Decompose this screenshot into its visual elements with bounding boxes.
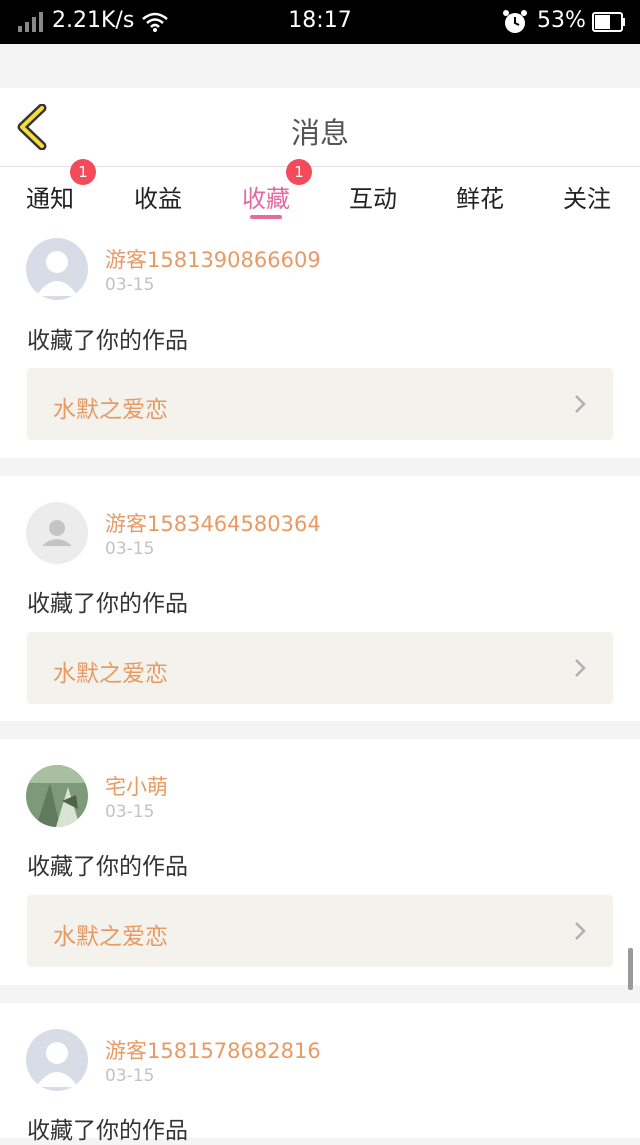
username[interactable]: 游客1583464580364 <box>105 508 321 538</box>
message-card: 游客1581390866609 03-15 收藏了你的作品 水默之爱恋 <box>0 229 640 458</box>
work-link[interactable]: 水默之爱恋 <box>27 895 613 967</box>
username[interactable]: 游客1581390866609 <box>105 244 321 274</box>
message-card: 游客1581578682816 03-15 收藏了你的作品 <box>0 1003 640 1144</box>
default-avatar-icon <box>26 1029 88 1091</box>
default-avatar-icon <box>26 502 88 564</box>
tab-label: 收藏 <box>242 185 290 213</box>
tab-label: 互动 <box>349 185 397 213</box>
message-date: 03-15 <box>105 275 155 295</box>
alarm-icon <box>503 10 527 33</box>
unread-badge: 1 <box>70 159 96 185</box>
avatar[interactable] <box>26 238 88 300</box>
tab-label: 鲜花 <box>456 185 504 213</box>
tab-earnings[interactable]: 收益 <box>134 179 182 214</box>
active-tab-indicator <box>250 215 282 219</box>
work-link[interactable]: 水默之爱恋 <box>27 632 613 704</box>
work-link[interactable]: 水默之爱恋 <box>27 368 613 440</box>
action-text: 收藏了你的作品 <box>27 328 188 354</box>
battery-percent: 53% <box>537 8 586 33</box>
tab-label: 关注 <box>563 185 611 213</box>
message-date: 03-15 <box>105 539 155 559</box>
chevron-right-icon <box>575 922 586 940</box>
page-title: 消息 <box>290 116 349 150</box>
tab-flowers[interactable]: 鲜花 <box>456 179 504 214</box>
unread-badge: 1 <box>286 159 312 185</box>
avatar[interactable] <box>26 765 88 827</box>
action-text: 收藏了你的作品 <box>27 591 188 617</box>
default-avatar-icon <box>26 238 88 300</box>
avatar[interactable] <box>26 502 88 564</box>
work-title: 水默之爱恋 <box>53 924 168 950</box>
username[interactable]: 游客1581578682816 <box>105 1035 321 1065</box>
tab-label: 通知 <box>26 185 74 213</box>
message-card: 宅小萌 03-15 收藏了你的作品 水默之爱恋 <box>0 739 640 985</box>
username[interactable]: 宅小萌 <box>105 771 168 801</box>
message-date: 03-15 <box>105 1066 155 1086</box>
action-text: 收藏了你的作品 <box>27 1118 188 1144</box>
scrollbar[interactable] <box>628 948 633 990</box>
tab-favorites[interactable]: 收藏 1 <box>242 159 312 219</box>
battery-icon <box>592 12 625 32</box>
chevron-right-icon <box>575 659 586 677</box>
message-date: 03-15 <box>105 802 155 822</box>
message-card: 游客1583464580364 03-15 收藏了你的作品 水默之爱恋 <box>0 476 640 721</box>
work-title: 水默之爱恋 <box>53 397 168 423</box>
tab-follows[interactable]: 关注 <box>563 179 611 214</box>
status-bar: 2.21K/s 18:17 53% <box>0 0 640 44</box>
tab-label: 收益 <box>134 185 182 213</box>
nav-header: 消息 <box>0 88 640 167</box>
top-spacer <box>0 44 640 88</box>
photo-avatar-image <box>26 765 88 827</box>
avatar[interactable] <box>26 1029 88 1091</box>
tab-interactions[interactable]: 互动 <box>349 179 397 214</box>
chevron-right-icon <box>575 395 586 413</box>
work-title: 水默之爱恋 <box>53 661 168 687</box>
tab-bar: 通知 1 收益 收藏 1 互动 鲜花 关注 <box>0 159 640 229</box>
tab-notifications[interactable]: 通知 1 <box>26 159 96 214</box>
action-text: 收藏了你的作品 <box>27 854 188 880</box>
